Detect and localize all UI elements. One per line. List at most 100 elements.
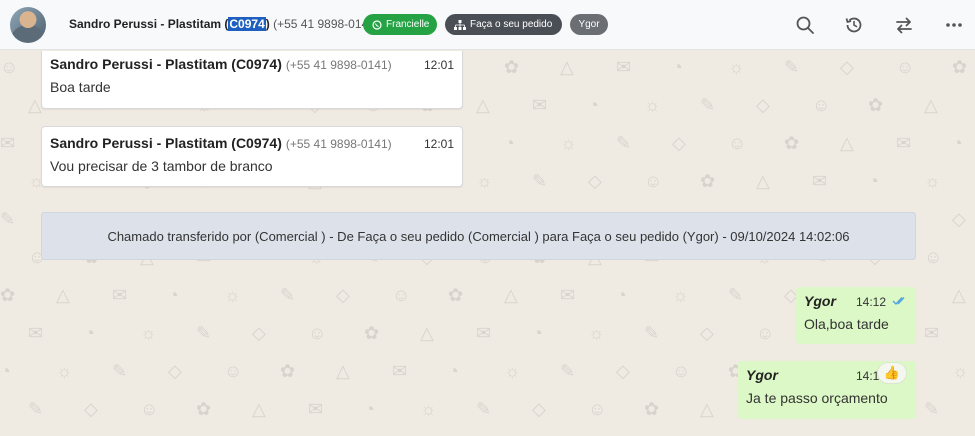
search-icon[interactable] bbox=[794, 14, 816, 36]
pattern-doodle: ◔ bbox=[504, 133, 515, 153]
sender-name: Sandro Perussi - Plastitam (C0974) bbox=[50, 56, 282, 72]
pattern-doodle: ✎ bbox=[532, 171, 548, 191]
pattern-doodle: ✎ bbox=[728, 285, 744, 305]
whatsapp-connection-tag[interactable]: Francielle bbox=[363, 14, 437, 35]
pattern-doodle: ◔ bbox=[616, 285, 627, 305]
pattern-doodle: ☺ bbox=[224, 361, 243, 381]
pattern-doodle: ◔ bbox=[448, 361, 459, 381]
incoming-message[interactable]: Sandro Perussi - Plastitam (C0974) (+55 4… bbox=[41, 51, 463, 109]
chat-header: Sandro Perussi - Plastitam (C0974) (+55 … bbox=[0, 0, 975, 50]
pattern-doodle: ✉ bbox=[308, 399, 324, 419]
chat-area[interactable]: ☺ ✿ △ ✉ ◔ ☼ ✎ ◇ ☺ ✿ △ ✉ ◔ ☼ ✎ ◇ ☺ ✿ △ ✉ ◔ ☼ ✎ ◇ ☺ ✿ △ ✉ ◔ ☼ ✎ ◇ ☺ ✿ △ ✉ ◔ ☼ ✎ ◇… bbox=[0, 51, 975, 436]
sitemap-icon bbox=[454, 19, 466, 30]
queue-label: Faça o seu pedido bbox=[470, 19, 553, 30]
message-time: 14:12 bbox=[855, 295, 886, 309]
pattern-doodle: ◇ bbox=[952, 209, 966, 229]
pattern-doodle: ✉ bbox=[616, 57, 632, 77]
pattern-doodle: ✉ bbox=[112, 285, 128, 305]
pattern-doodle: ✉ bbox=[28, 323, 44, 343]
contact-avatar[interactable] bbox=[10, 7, 46, 43]
more-icon[interactable] bbox=[943, 14, 965, 36]
pattern-doodle: ✎ bbox=[28, 399, 44, 419]
whatsapp-icon bbox=[372, 19, 382, 30]
pattern-doodle: ✉ bbox=[812, 171, 828, 191]
history-icon[interactable] bbox=[843, 14, 865, 36]
queue-tag[interactable]: Faça o seu pedido bbox=[445, 14, 562, 35]
pattern-doodle: ✿ bbox=[952, 57, 968, 77]
message-sender: Ygor bbox=[746, 367, 778, 383]
message-sender: Sandro Perussi - Plastitam (C0974) (+55 4… bbox=[50, 56, 392, 72]
message-text: Ja te passo orçamento bbox=[746, 390, 888, 406]
pattern-doodle: ☼ bbox=[952, 361, 969, 381]
pattern-doodle: ✿ bbox=[364, 323, 380, 343]
pattern-doodle: △ bbox=[504, 285, 518, 305]
message-text: Boa tarde bbox=[50, 79, 111, 95]
pattern-doodle: △ bbox=[756, 171, 770, 191]
pattern-doodle: ◇ bbox=[616, 361, 630, 381]
message-text: Ola,boa tarde bbox=[804, 316, 889, 332]
pattern-doodle: ☼ bbox=[644, 95, 661, 115]
whatsapp-connection-label: Francielle bbox=[386, 19, 430, 30]
pattern-doodle: ☼ bbox=[140, 323, 157, 343]
pattern-doodle: ✎ bbox=[784, 57, 800, 77]
pattern-doodle: ☼ bbox=[56, 361, 73, 381]
pattern-doodle: △ bbox=[420, 323, 434, 343]
pattern-doodle: ✉ bbox=[896, 133, 912, 153]
pattern-doodle: ✎ bbox=[644, 323, 660, 343]
pattern-doodle: △ bbox=[336, 361, 350, 381]
pattern-doodle: ◇ bbox=[840, 57, 854, 77]
agent-tag[interactable]: Ygor bbox=[570, 14, 608, 35]
pattern-doodle: ◇ bbox=[672, 133, 686, 153]
pattern-doodle: ☺ bbox=[588, 399, 607, 419]
pattern-doodle: ◇ bbox=[252, 323, 266, 343]
pattern-doodle: ◇ bbox=[700, 323, 714, 343]
pattern-doodle: ◔ bbox=[168, 285, 179, 305]
transfer-icon[interactable] bbox=[893, 14, 915, 36]
pattern-doodle: ☼ bbox=[588, 323, 605, 343]
pattern-doodle: ◇ bbox=[336, 285, 350, 305]
pattern-doodle: ◔ bbox=[532, 323, 543, 343]
pattern-doodle: ☺ bbox=[0, 57, 19, 77]
contact-close-paren: ) bbox=[265, 17, 270, 31]
sender-phone: (+55 41 9898-0141) bbox=[285, 137, 392, 151]
pattern-doodle: △ bbox=[924, 95, 938, 115]
sender-name: Sandro Perussi - Plastitam (C0974) bbox=[50, 135, 282, 151]
pattern-doodle: ☼ bbox=[420, 399, 437, 419]
pattern-doodle: ◇ bbox=[756, 95, 770, 115]
message-text: Vou precisar de 3 tambor de branco bbox=[50, 158, 273, 174]
contact-name: Sandro Perussi - Plastitam ( bbox=[69, 17, 229, 31]
pattern-doodle: ✎ bbox=[280, 285, 296, 305]
pattern-doodle: ✉ bbox=[532, 95, 548, 115]
pattern-doodle: ◔ bbox=[868, 171, 879, 191]
agent-label: Ygor bbox=[578, 19, 600, 30]
pattern-doodle: ✎ bbox=[0, 209, 16, 229]
pattern-doodle: ☼ bbox=[476, 171, 493, 191]
incoming-message[interactable]: Sandro Perussi - Plastitam (C0974) (+55 4… bbox=[41, 126, 463, 187]
pattern-doodle: ✿ bbox=[196, 399, 212, 419]
pattern-doodle: ◔ bbox=[0, 361, 11, 381]
pattern-doodle: ☺ bbox=[308, 323, 327, 343]
pattern-doodle: ✎ bbox=[560, 361, 576, 381]
pattern-doodle: ☺ bbox=[728, 133, 747, 153]
pattern-doodle: ✉ bbox=[924, 323, 940, 343]
pattern-doodle: ◔ bbox=[588, 95, 599, 115]
contact-code: C0974 bbox=[228, 17, 266, 31]
sender-phone: (+55 41 9898-0141) bbox=[285, 58, 392, 72]
system-transfer-notice: Chamado transferido por (Comercial ) - D… bbox=[41, 212, 916, 260]
pattern-doodle: ☺ bbox=[812, 95, 831, 115]
pattern-doodle: △ bbox=[28, 95, 42, 115]
pattern-doodle: ☺ bbox=[924, 247, 943, 267]
outgoing-message[interactable]: Ygor 14:12 Ola,boa tarde bbox=[796, 287, 916, 344]
pattern-doodle: ☺ bbox=[756, 323, 775, 343]
pattern-doodle: ◇ bbox=[588, 171, 602, 191]
pattern-doodle: ☺ bbox=[896, 57, 915, 77]
contact-title: Sandro Perussi - Plastitam (C0974) (+55 … bbox=[69, 17, 379, 31]
pattern-doodle: ✉ bbox=[392, 361, 408, 381]
pattern-doodle: △ bbox=[476, 95, 490, 115]
pattern-doodle: △ bbox=[952, 285, 966, 305]
pattern-doodle: ✿ bbox=[504, 57, 520, 77]
thumbs-up-reaction[interactable]: 👍 bbox=[877, 362, 907, 384]
pattern-doodle: ◇ bbox=[168, 361, 182, 381]
pattern-doodle: ✉ bbox=[476, 323, 492, 343]
pattern-doodle: ◇ bbox=[532, 399, 546, 419]
